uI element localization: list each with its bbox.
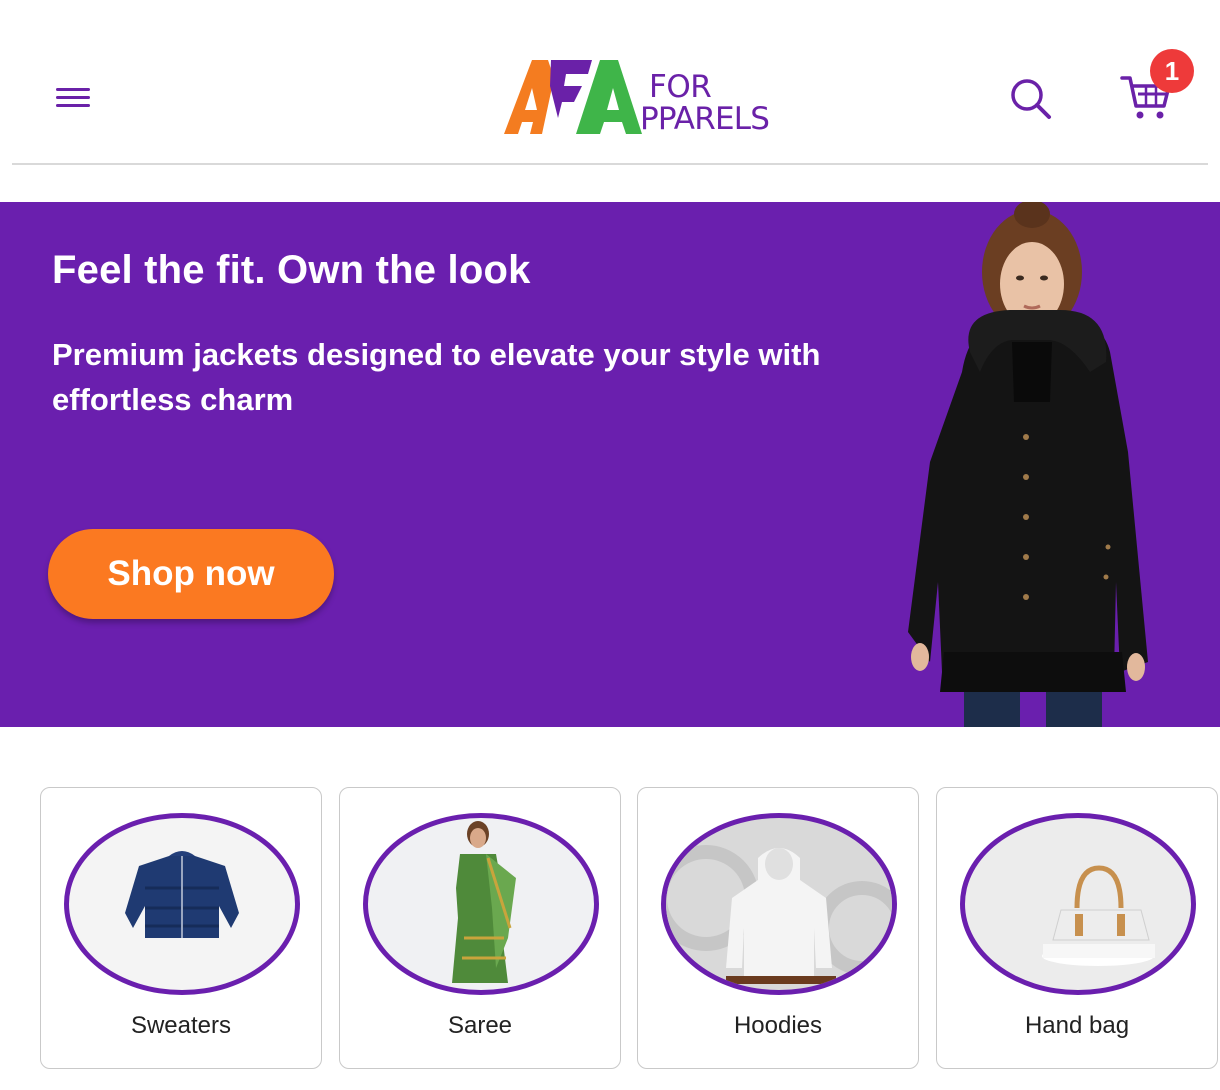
shop-now-button[interactable]: Shop now [48, 529, 334, 619]
category-image-frame [64, 813, 300, 995]
category-label: Hand bag [1024, 1012, 1130, 1039]
logo-mark [504, 60, 642, 134]
category-card-saree[interactable]: Saree [339, 787, 621, 1069]
category-list: Sweaters Saree Hoodies Hand bag [40, 787, 1220, 1069]
category-label: Hoodies [733, 1012, 823, 1039]
category-card-hoodies[interactable]: Hoodies [637, 787, 919, 1069]
hamburger-menu-icon[interactable] [52, 80, 96, 116]
category-label: Sweaters [130, 1012, 232, 1039]
logo-line-1: FOR [649, 69, 712, 105]
white-hoodie-image [666, 845, 892, 984]
menu-line [56, 104, 90, 107]
handbag-image [1042, 865, 1155, 966]
category-card-sweaters[interactable]: Sweaters [40, 787, 322, 1069]
category-image-frame [960, 813, 1196, 995]
category-image-frame [661, 813, 897, 995]
hero-model-image [908, 202, 1148, 727]
top-header: FOR PPARELS 1 [0, 0, 1220, 166]
hero-title: Feel the fit. Own the look [52, 248, 531, 292]
logo-wordmark: FOR PPARELS [640, 69, 799, 140]
category-card-hand-bag[interactable]: Hand bag [936, 787, 1218, 1069]
category-label: Saree [447, 1012, 513, 1039]
saree-model-image [452, 821, 516, 983]
menu-line [56, 88, 90, 91]
menu-line [56, 96, 90, 99]
hero-banner: Feel the fit. Own the look Premium jacke… [0, 202, 1220, 727]
hero-subtitle: Premium jackets designed to elevate your… [52, 337, 821, 417]
brand-logo[interactable]: FOR PPARELS [504, 56, 794, 138]
search-icon[interactable] [1006, 74, 1056, 124]
category-image-frame [363, 813, 599, 995]
header-divider [12, 163, 1208, 165]
logo-line-2: PPARELS [640, 101, 770, 137]
puffer-jacket-image [125, 851, 239, 938]
cart-count-badge: 1 [1150, 49, 1194, 93]
